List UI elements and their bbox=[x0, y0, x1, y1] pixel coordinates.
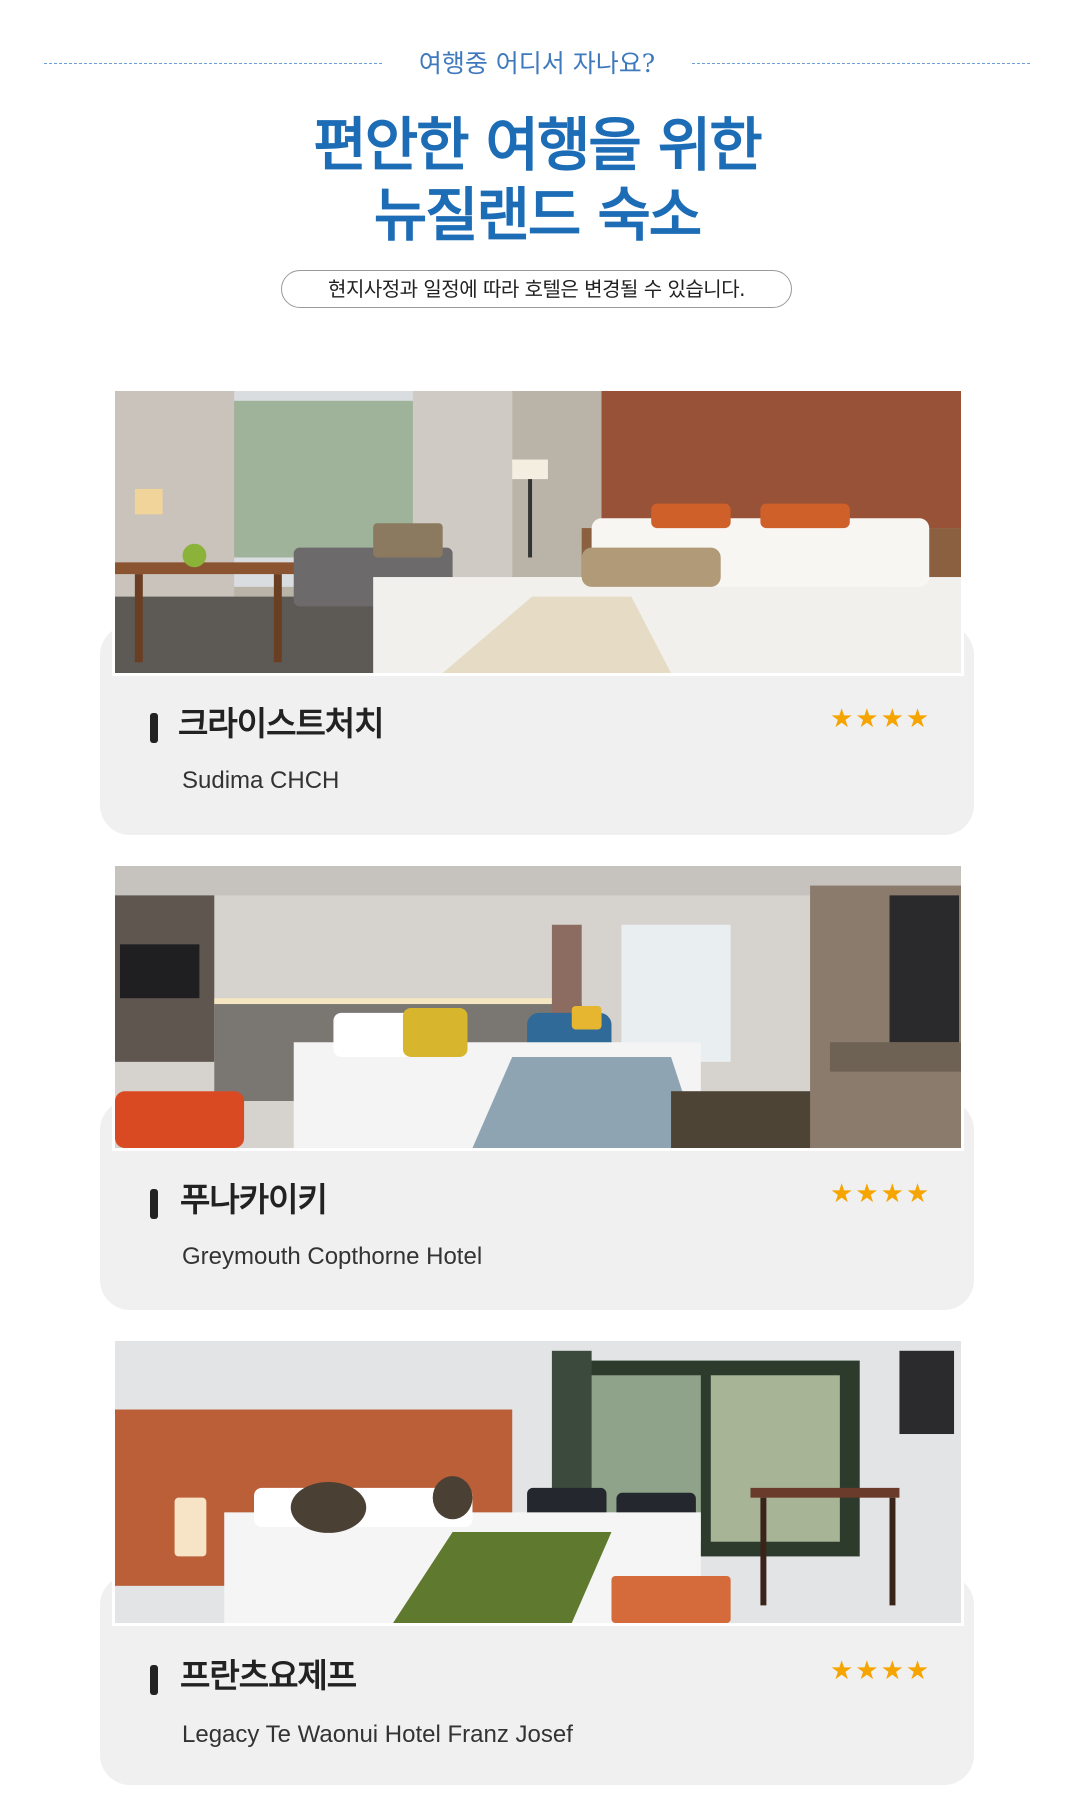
hotel-room-photo-icon bbox=[115, 1341, 961, 1623]
eyebrow-text: 여행중 어디서 자나요? bbox=[418, 49, 656, 78]
hotel-room-photo-icon bbox=[115, 866, 961, 1148]
hotel-region-label: 크라이스트처치 bbox=[178, 704, 385, 743]
hotel-region-label: 프란츠요제프 bbox=[180, 1656, 357, 1695]
hotel-photo-punakaiki bbox=[112, 863, 964, 1151]
hotel-region-label: 푸나카이키 bbox=[180, 1180, 328, 1219]
hotel-marker bbox=[150, 713, 158, 743]
eyebrow-divider-right bbox=[692, 63, 1030, 64]
hotel-photo-christchurch bbox=[112, 388, 964, 676]
page-title: 편안한 여행을 위한 뉴질랜드 숙소 bbox=[0, 110, 1074, 250]
notice-pill: 현지사정과 일정에 따라 호텔은 변경될 수 있습니다. bbox=[281, 270, 792, 308]
star-rating-icon: ★★★★ bbox=[830, 1179, 932, 1209]
star-rating-icon: ★★★★ bbox=[830, 704, 932, 734]
star-rating-icon: ★★★★ bbox=[830, 1656, 932, 1686]
hotel-marker bbox=[150, 1665, 158, 1695]
hotel-room-photo-icon bbox=[115, 391, 961, 673]
hotel-name-label: Sudima CHCH bbox=[182, 767, 340, 794]
hotel-name-label: Legacy Te Waonui Hotel Franz Josef bbox=[182, 1721, 573, 1748]
title-line-1: 편안한 여행을 위한 bbox=[313, 111, 762, 179]
hotel-photo-franz-josef bbox=[112, 1338, 964, 1626]
eyebrow-row: 여행중 어디서 자나요? bbox=[44, 44, 1030, 84]
hotel-name-label: Greymouth Copthorne Hotel bbox=[182, 1243, 483, 1270]
hotel-marker bbox=[150, 1189, 158, 1219]
title-line-2: 뉴질랜드 숙소 bbox=[373, 181, 702, 249]
